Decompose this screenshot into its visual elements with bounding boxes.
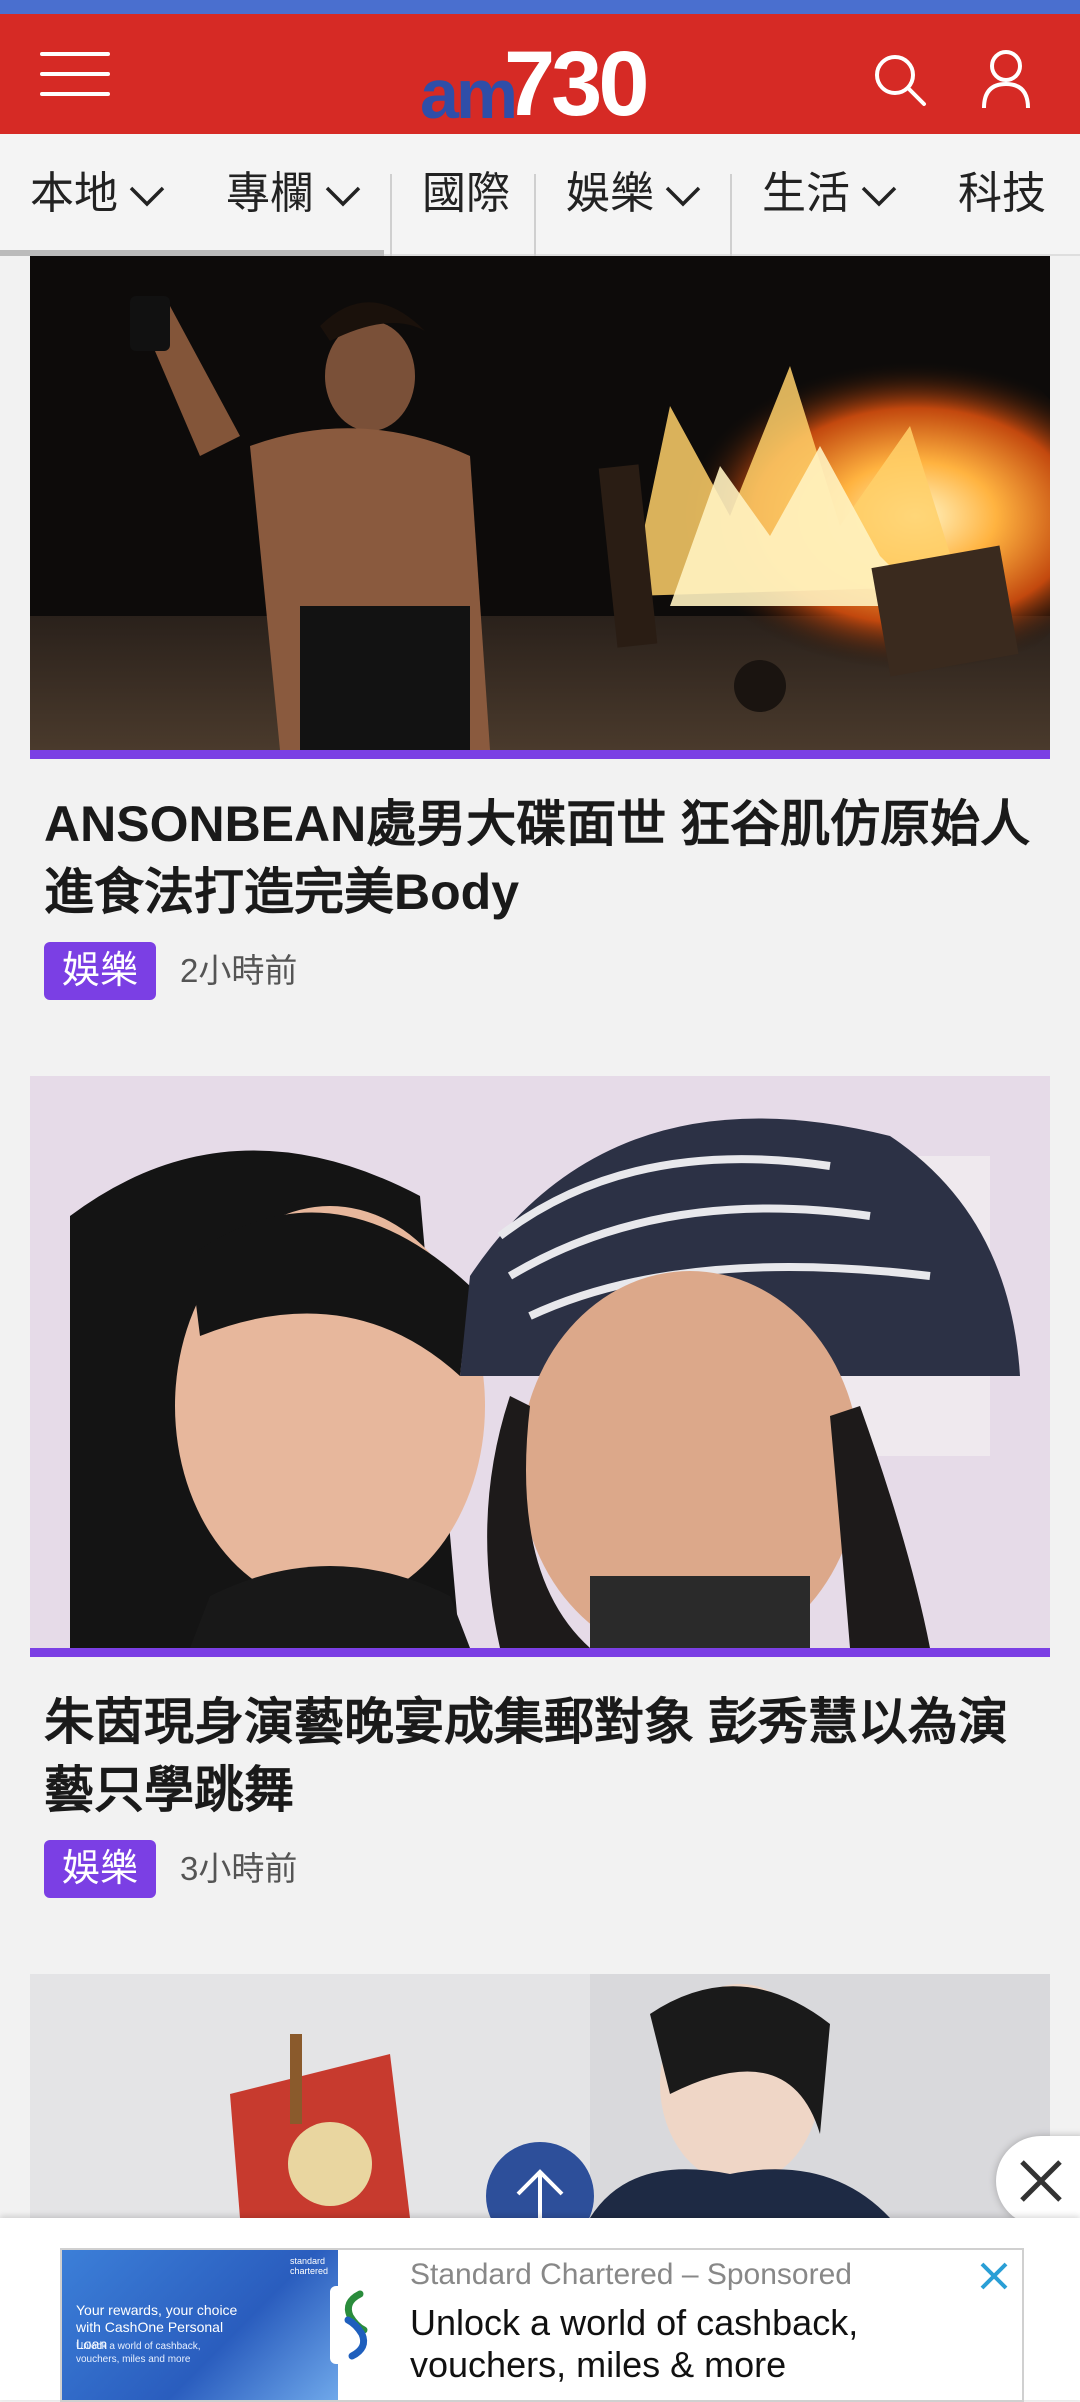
ad-sponsor-name: Standard Chartered bbox=[410, 2258, 674, 2291]
nav-label: 國際 bbox=[422, 169, 510, 218]
chevron-down-icon bbox=[325, 187, 361, 207]
close-icon bbox=[1020, 2160, 1062, 2202]
ad-title[interactable]: Unlock a world of cashback, vouchers, mi… bbox=[410, 2302, 970, 2386]
ad-sponsor-line: Standard Chartered – Sponsored bbox=[410, 2258, 852, 2292]
article-timestamp: 3小時前 bbox=[180, 1850, 298, 1887]
menu-icon-bar bbox=[40, 92, 110, 96]
search-button[interactable] bbox=[870, 50, 930, 110]
nav-item-international[interactable]: 國際 bbox=[422, 134, 510, 254]
ad-thumb-subtext: Unlock a world of cashback, vouchers, mi… bbox=[76, 2341, 201, 2365]
nav-divider bbox=[390, 174, 392, 256]
site-header: am 730 bbox=[0, 14, 1080, 135]
nav-label: 生活 bbox=[762, 169, 850, 218]
nav-label: 專欄 bbox=[226, 169, 314, 218]
category-nav: 本地 專欄 國際 娛樂 生活 科技 bbox=[0, 134, 1080, 256]
close-icon bbox=[980, 2262, 1008, 2290]
ad-thumb-brand: standard chartered bbox=[290, 2256, 329, 2276]
article-accent-bar bbox=[30, 1648, 1050, 1657]
ad-sponsored-label: Sponsored bbox=[706, 2258, 852, 2291]
nav-divider bbox=[534, 174, 536, 256]
ad-container[interactable]: Your rewards, your choice with CashOne P… bbox=[60, 2248, 1024, 2402]
ad-banner: Your rewards, your choice with CashOne P… bbox=[0, 2218, 1080, 2402]
article-image-2[interactable] bbox=[30, 1076, 1050, 1648]
nav-label: 娛樂 bbox=[566, 169, 654, 218]
article-photo bbox=[30, 256, 1050, 750]
chevron-down-icon bbox=[665, 187, 701, 207]
nav-item-local[interactable]: 本地 bbox=[30, 134, 166, 254]
close-ad-button[interactable] bbox=[996, 2136, 1080, 2226]
top-accent-stripe bbox=[0, 0, 1080, 14]
chevron-down-icon bbox=[861, 187, 897, 207]
article-accent-bar bbox=[30, 750, 1050, 759]
category-tag[interactable]: 娛樂 bbox=[44, 942, 156, 1000]
chevron-down-icon bbox=[129, 187, 165, 207]
user-icon bbox=[982, 50, 1030, 109]
article-timestamp: 2小時前 bbox=[180, 952, 298, 989]
article-image-1[interactable] bbox=[30, 256, 1050, 750]
menu-icon-bar bbox=[40, 72, 110, 76]
menu-button[interactable] bbox=[40, 48, 110, 100]
site-logo[interactable]: am 730 bbox=[420, 33, 650, 135]
menu-icon bbox=[40, 52, 110, 56]
article-headline[interactable]: 朱茵現身演藝晚宴成集郵對象 彭秀慧以為演藝只學跳舞 bbox=[44, 1688, 1044, 1824]
nav-item-entertainment[interactable]: 娛樂 bbox=[566, 134, 702, 254]
standard-chartered-logo-icon bbox=[330, 2286, 382, 2364]
logo-am: am bbox=[420, 55, 518, 133]
nav-label: 科技 bbox=[958, 169, 1046, 218]
category-tag[interactable]: 娛樂 bbox=[44, 1840, 156, 1898]
nav-item-technology[interactable]: 科技 bbox=[958, 134, 1046, 254]
logo-number: 730 bbox=[504, 33, 649, 135]
nav-item-lifestyle[interactable]: 生活 bbox=[762, 134, 898, 254]
article-photo bbox=[30, 1076, 1050, 1648]
ad-thumbnail[interactable]: Your rewards, your choice with CashOne P… bbox=[62, 2250, 338, 2400]
search-icon bbox=[875, 55, 926, 106]
ad-close-button[interactable] bbox=[976, 2258, 1012, 2294]
ad-sponsor-sep: – bbox=[673, 2258, 707, 2291]
nav-label: 本地 bbox=[30, 169, 118, 218]
nav-item-columns[interactable]: 專欄 bbox=[226, 134, 362, 254]
nav-divider bbox=[730, 174, 732, 256]
account-button[interactable] bbox=[978, 46, 1034, 116]
article-headline[interactable]: ANSONBEAN處男大碟面世 狂谷肌仿原始人進食法打造完美Body bbox=[44, 790, 1044, 926]
